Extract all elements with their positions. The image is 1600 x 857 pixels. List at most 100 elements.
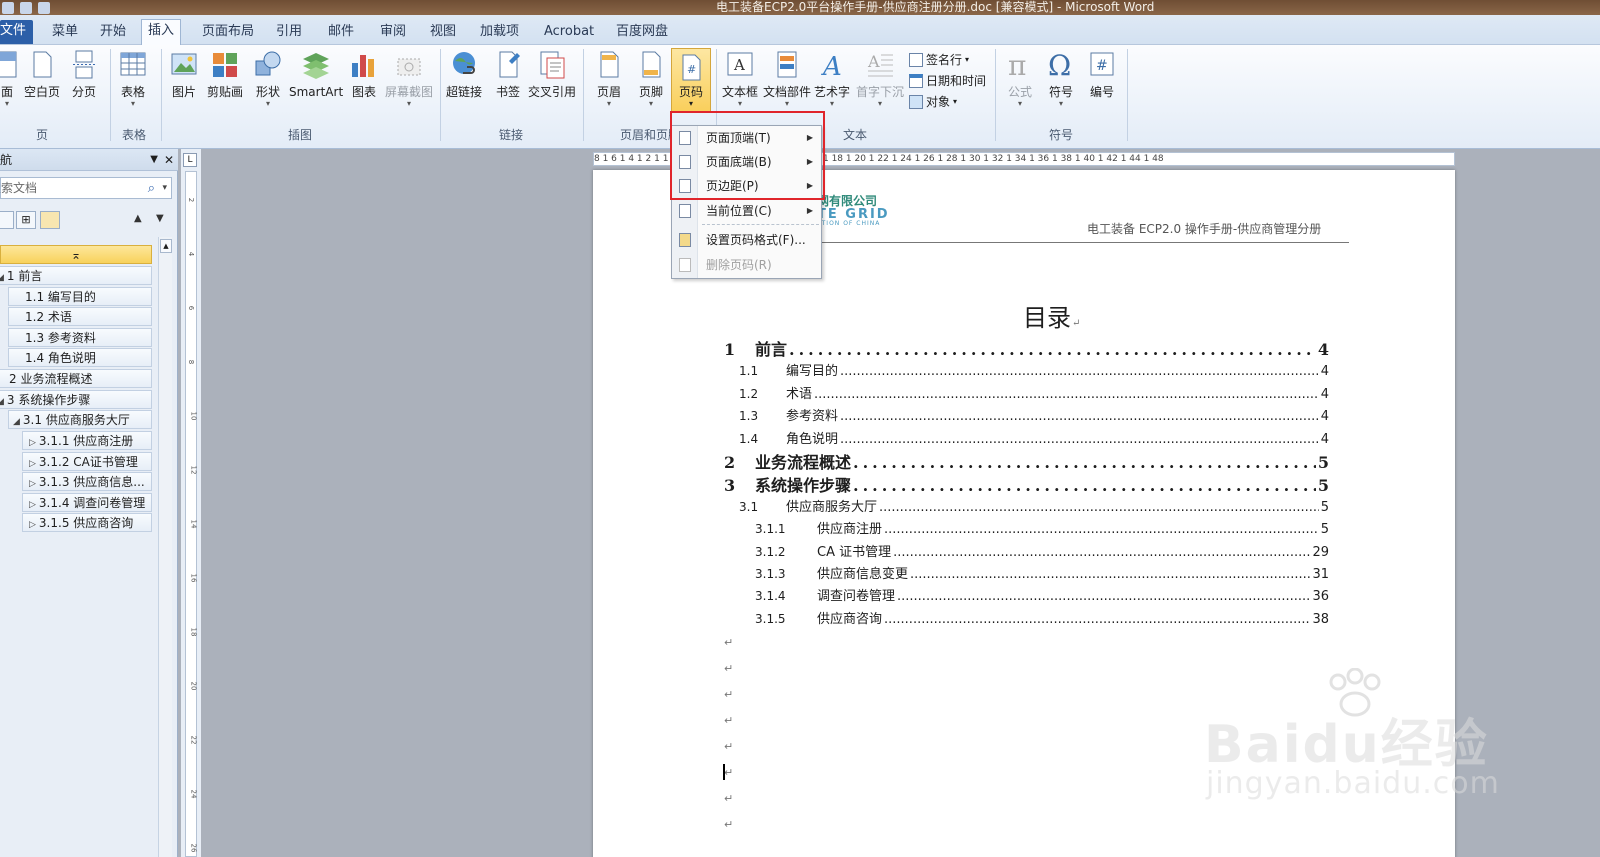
scroll-up-icon[interactable]: ▲: [160, 239, 172, 253]
table-button[interactable]: 表格 ▾: [118, 49, 148, 108]
pages-view-icon[interactable]: ⊞: [16, 211, 36, 229]
toc-entry[interactable]: 3.1.5供应商咨询38: [724, 608, 1329, 627]
toc-entry[interactable]: 3系统操作步骤5: [724, 472, 1329, 496]
page-number-icon: #: [682, 54, 701, 81]
tree-item[interactable]: ▷ 3.1.4 调查问卷管理: [22, 493, 152, 512]
symbol-button[interactable]: Ω 符号 ▾: [1046, 49, 1076, 108]
toc-entry[interactable]: 3.1.3供应商信息变更31: [724, 563, 1329, 582]
drop-cap-button[interactable]: A 首字下沉 ▾: [856, 49, 904, 108]
picture-button[interactable]: 图片: [169, 49, 199, 100]
expand-icon[interactable]: ▷: [29, 459, 36, 469]
toc-entry[interactable]: 3.1.4调查问卷管理36: [724, 585, 1329, 604]
hyperlink-button[interactable]: 超链接: [446, 49, 482, 100]
tree-item[interactable]: ◢3 系统操作步骤: [0, 390, 152, 409]
save-icon[interactable]: [2, 1, 14, 14]
toc-entry[interactable]: 1.1编写目的4: [724, 360, 1329, 379]
tree-item[interactable]: ◢1 前言: [0, 266, 152, 285]
tab-selector-icon[interactable]: L: [183, 153, 197, 167]
expand-icon[interactable]: ▷: [29, 500, 36, 510]
date-time-button[interactable]: 日期和时间: [909, 72, 986, 89]
toc-entry[interactable]: 3.1.1供应商注册5: [724, 518, 1329, 537]
header-button[interactable]: 页眉 ▾: [594, 49, 624, 108]
toc-entry[interactable]: 1.2术语4: [724, 383, 1329, 402]
blank-page-button[interactable]: 空白页: [24, 49, 60, 100]
object-icon: [909, 94, 923, 109]
number-button[interactable]: # 编号: [1087, 49, 1117, 100]
object-button[interactable]: 对象 ▾: [909, 93, 957, 110]
screenshot-button[interactable]: 屏幕截图 ▾: [385, 49, 433, 108]
collapse-icon[interactable]: ◢: [13, 417, 20, 427]
bookmark-button[interactable]: 书签: [493, 49, 523, 100]
tree-item[interactable]: ▷ 3.1.3 供应商信息...: [22, 472, 152, 491]
menu-item-format-page-numbers[interactable]: 设置页码格式(F)...: [672, 228, 821, 252]
shapes-button[interactable]: 形状 ▾: [253, 49, 283, 108]
menu-item-current-position[interactable]: 当前位置(C) ▶: [672, 199, 821, 223]
redo-icon[interactable]: [38, 1, 50, 14]
equation-button[interactable]: π 公式 ▾: [1005, 49, 1035, 108]
wordart-button[interactable]: A 艺术字 ▾: [814, 49, 850, 108]
expand-icon[interactable]: ▷: [29, 520, 36, 530]
tab-menu[interactable]: 菜单: [46, 21, 84, 45]
tree-item[interactable]: 1.4 角色说明: [8, 348, 152, 367]
tree-collapse-all-bar[interactable]: ⌅: [0, 245, 152, 264]
tree-item[interactable]: ▷ 3.1.5 供应商咨询: [22, 513, 152, 532]
tab-mailings[interactable]: 邮件: [322, 21, 360, 45]
footer-button[interactable]: 页脚 ▾: [636, 49, 666, 108]
next-heading-icon[interactable]: ▼: [156, 213, 164, 224]
results-view-icon[interactable]: [40, 211, 60, 229]
tree-item[interactable]: 2 业务流程概述: [0, 369, 152, 388]
headings-view-icon[interactable]: [0, 211, 14, 229]
tab-baidu-netdisk[interactable]: 百度网盘: [610, 21, 674, 45]
tab-page-layout[interactable]: 页面布局: [196, 21, 260, 45]
tab-review[interactable]: 审阅: [374, 21, 412, 45]
collapse-icon[interactable]: ◢: [0, 397, 4, 407]
tab-addins[interactable]: 加载项: [474, 21, 525, 45]
nav-scrollbar[interactable]: ▲: [158, 237, 172, 857]
tab-view[interactable]: 视图: [424, 21, 462, 45]
toc-entry[interactable]: 1前言4: [724, 336, 1329, 360]
close-icon[interactable]: ✕: [164, 149, 174, 171]
tree-item[interactable]: ▷ 3.1.1 供应商注册: [22, 431, 152, 450]
cover-page-button[interactable]: 面 ▾: [0, 49, 22, 108]
tree-item[interactable]: ▷ 3.1.2 CA证书管理: [22, 452, 152, 471]
undo-icon[interactable]: [20, 1, 32, 14]
clip-art-button[interactable]: 剪贴画: [207, 49, 243, 100]
tab-file[interactable]: 文件: [0, 20, 33, 44]
tab-acrobat[interactable]: Acrobat: [538, 21, 600, 45]
signature-line-button[interactable]: 签名行 ▾: [909, 51, 969, 68]
paragraph-mark: ↵: [724, 792, 734, 805]
chevron-down-icon: ▾: [265, 99, 270, 108]
tab-insert[interactable]: 插入: [141, 19, 182, 46]
collapse-icon[interactable]: ◢: [0, 273, 4, 283]
tree-item[interactable]: 1.1 编写目的: [8, 287, 152, 306]
tree-item[interactable]: ◢ 3.1 供应商服务大厅: [8, 410, 152, 429]
chevron-down-icon[interactable]: ▾: [162, 178, 167, 198]
toc-entry[interactable]: 1.3参考资料4: [724, 405, 1329, 424]
toc-entry[interactable]: 2业务流程概述5: [724, 449, 1329, 473]
page-number-button[interactable]: # 页码 ▾: [671, 48, 711, 112]
toc-entry[interactable]: 3.1.2CA 证书管理29: [724, 541, 1329, 560]
toc-entry[interactable]: 3.1供应商服务大厅5: [724, 496, 1329, 515]
expand-icon[interactable]: ▷: [29, 479, 36, 489]
tree-item[interactable]: 1.2 术语: [8, 307, 152, 326]
search-icon[interactable]: ⌕: [148, 179, 155, 199]
tab-home[interactable]: 开始: [94, 21, 132, 45]
smartart-button[interactable]: SmartArt: [289, 49, 343, 100]
toc-entry[interactable]: 1.4角色说明4: [724, 428, 1329, 447]
clip-art-icon: [213, 53, 237, 77]
nav-pane-title: 导航: [0, 153, 13, 167]
nav-search-input[interactable]: 搜索文档 ⌕ ▾: [0, 177, 172, 199]
tree-item[interactable]: 1.3 参考资料: [8, 328, 152, 347]
nav-options-dropdown-icon[interactable]: ▼: [150, 149, 158, 171]
tab-references[interactable]: 引用: [270, 21, 308, 45]
wordart-icon: A: [821, 52, 842, 81]
text-box-button[interactable]: A 文本框 ▾: [722, 49, 758, 108]
chart-button[interactable]: 图表: [349, 49, 379, 100]
menu-item-remove-page-numbers[interactable]: 删除页码(R): [672, 253, 821, 277]
chart-icon: [352, 55, 374, 77]
page-break-button[interactable]: 分页: [69, 49, 99, 100]
quick-parts-button[interactable]: 文档部件 ▾: [763, 49, 811, 108]
cross-reference-button[interactable]: 交叉引用: [528, 49, 576, 100]
expand-icon[interactable]: ▷: [29, 438, 36, 448]
previous-heading-icon[interactable]: ▲: [134, 213, 142, 224]
